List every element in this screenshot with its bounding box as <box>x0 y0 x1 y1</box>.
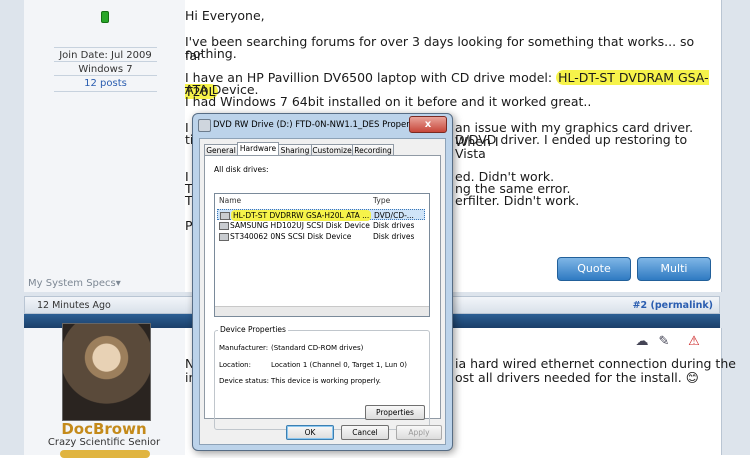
dvd-drive-icon <box>198 119 211 132</box>
weather-icon: ☁ <box>635 334 649 349</box>
report-warning-icon[interactable]: ⚠ <box>686 334 702 350</box>
close-button[interactable]: x <box>409 116 447 133</box>
user-badge <box>60 450 150 458</box>
list-item-name: ST340062 0NS SCSI Disk Device <box>230 232 352 241</box>
hardware-tab-panel: All disk drives: Name Type HL-DT-ST DVDR… <box>204 155 441 430</box>
location-value: Location 1 (Channel 0, Target 1, Lun 0) <box>271 361 407 369</box>
multi-quote-button[interactable]: Multi <box>637 257 711 281</box>
dialog-body: General Hardware Sharing Customize Recor… <box>199 138 446 445</box>
ok-button[interactable]: OK <box>286 425 334 440</box>
post-2-line-fragment: ost all drivers needed for the install. … <box>455 370 699 385</box>
dvd-drive-icon <box>220 212 230 220</box>
list-item[interactable]: ST340062 0NS SCSI Disk Device Disk drive… <box>217 231 425 242</box>
device-properties-label: Device Properties <box>218 325 288 334</box>
post-line-fragment: erfilter. Didn't work. <box>455 193 580 208</box>
permalink[interactable]: #2 (permalink) <box>633 300 713 311</box>
column-header-name[interactable]: Name <box>219 196 241 205</box>
manufacturer-label: Manufacturer: <box>219 344 269 352</box>
post-2-line-text: ost all drivers needed for the install. <box>455 370 682 385</box>
properties-dialog: DVD RW Drive (D:) FTD-0N-NW1.1_DES Prope… <box>192 113 453 451</box>
list-item[interactable]: SAMSUNG HD102UJ SCSI Disk Device Disk dr… <box>217 220 425 231</box>
cancel-button[interactable]: Cancel <box>341 425 389 440</box>
disk-drive-icon <box>219 222 229 230</box>
post-line: nothing. <box>185 46 237 61</box>
edit-icon[interactable]: ✎ <box>656 334 672 350</box>
username[interactable]: DocBrown <box>44 420 164 438</box>
post-line: I had Windows 7 64bit installed on it be… <box>185 94 592 109</box>
quote-button[interactable]: Quote <box>557 257 631 281</box>
device-status-label: Device status: <box>219 377 270 385</box>
post-line-fragment: D/DVD driver. I ended up restoring to Vi… <box>455 132 688 161</box>
column-header-type[interactable]: Type <box>373 196 390 205</box>
dialog-title: DVD RW Drive (D:) FTD-0N-NW1.1_DES Prope… <box>213 120 426 130</box>
all-disk-drives-label: All disk drives: <box>214 165 269 174</box>
list-item-type: Disk drives <box>373 221 415 230</box>
permalink-label: (permalink) <box>650 300 713 311</box>
avatar[interactable] <box>62 323 151 421</box>
greeting: Hi Everyone, <box>185 8 265 23</box>
device-properties-group: Device Properties Manufacturer: (Standar… <box>214 325 430 430</box>
post-count-link[interactable]: 12 posts <box>54 75 157 92</box>
apply-button[interactable]: Apply <box>396 425 442 440</box>
horizontal-scrollbar[interactable] <box>215 306 429 316</box>
system-specs-toggle[interactable]: My System Specs▾ <box>28 278 121 289</box>
properties-button[interactable]: Properties <box>365 405 425 420</box>
location-label: Location: <box>219 361 251 369</box>
disk-drives-list[interactable]: Name Type HL-DT-ST DVDRRW GSA-H20L ATA .… <box>214 193 430 317</box>
post-number: #2 <box>632 300 648 311</box>
disk-drive-icon <box>219 233 229 241</box>
system-specs-label: My System Specs <box>28 278 116 289</box>
list-item-name: SAMSUNG HD102UJ SCSI Disk Device <box>230 221 370 230</box>
smiley-icon: 😊 <box>685 370 699 385</box>
online-status-icon <box>101 11 109 23</box>
post-1-user-panel <box>24 0 185 292</box>
device-status-value: This device is working properly. <box>271 377 381 385</box>
post-2-line-fragment: ia hard wired ethernet connection during… <box>455 356 736 371</box>
user-title: Crazy Scientific Senior <box>47 437 161 448</box>
manufacturer-value: (Standard CD-ROM drives) <box>271 344 364 352</box>
chevron-down-icon: ▾ <box>115 278 121 289</box>
list-item-type: Disk drives <box>373 232 415 241</box>
post-time: 12 Minutes Ago <box>37 300 111 311</box>
list-item[interactable]: HL-DT-ST DVDRRW GSA-H20L ATA ... DVD/CD-… <box>217 209 425 221</box>
